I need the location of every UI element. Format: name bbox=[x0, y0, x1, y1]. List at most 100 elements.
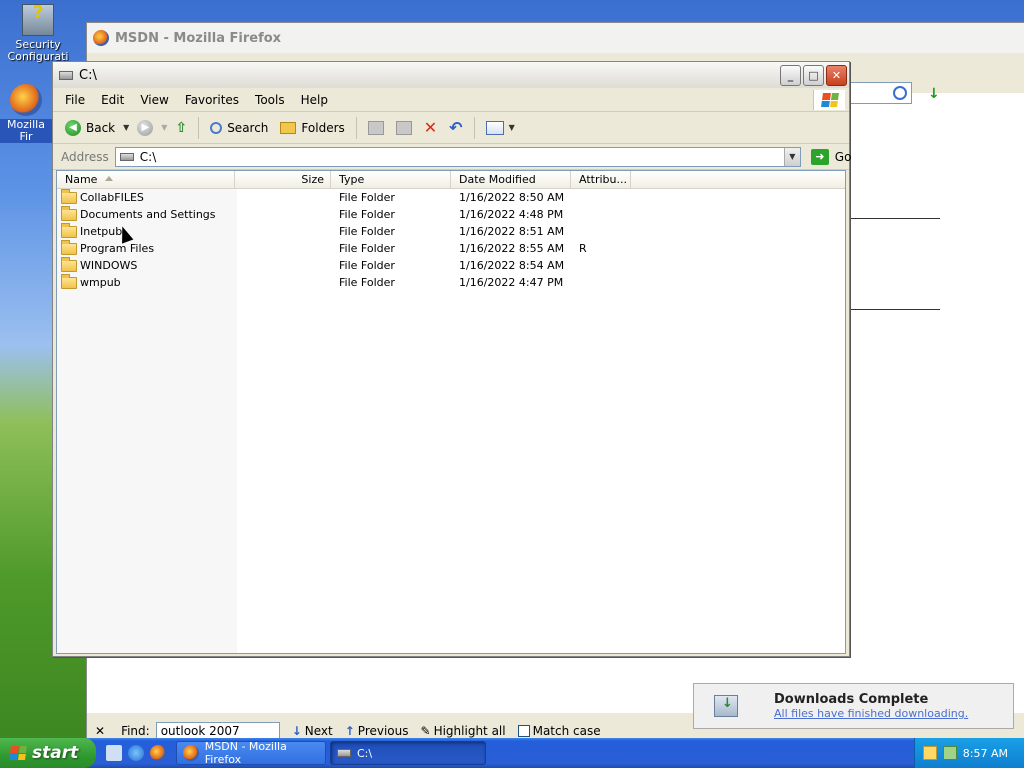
clock[interactable]: 8:57 AM bbox=[963, 747, 1008, 760]
find-next-button[interactable]: ↓ Next bbox=[292, 724, 333, 738]
tray-security-icon[interactable] bbox=[922, 746, 937, 760]
column-header-size[interactable]: Size bbox=[235, 171, 331, 188]
taskbar-button-firefox[interactable]: MSDN - Mozilla Firefox bbox=[176, 740, 326, 766]
find-previous-label: Previous bbox=[357, 724, 409, 738]
close-button[interactable]: ✕ bbox=[826, 65, 847, 86]
move-to-button[interactable] bbox=[364, 119, 388, 137]
folder-icon bbox=[61, 188, 77, 204]
file-date: 1/16/2022 8:55 AM bbox=[459, 242, 565, 255]
match-case-checkbox[interactable]: Match case bbox=[517, 724, 601, 738]
back-dropdown-icon[interactable]: ▼ bbox=[123, 123, 129, 132]
toolbar-separator bbox=[473, 116, 475, 139]
address-dropdown-icon[interactable]: ▼ bbox=[783, 147, 800, 166]
standard-toolbar: ◀ Back ▼ ▶ ▼ ⇧ Search Folders ✕ ↶ ▼ bbox=[53, 112, 849, 144]
column-header-name[interactable]: Name bbox=[57, 171, 235, 188]
views-icon bbox=[485, 120, 504, 135]
firefox-icon[interactable] bbox=[150, 745, 166, 761]
column-header-attributes[interactable]: Attribu... bbox=[571, 171, 631, 188]
file-type: File Folder bbox=[339, 242, 395, 255]
go-arrow-icon: ➜ bbox=[810, 148, 829, 165]
file-attributes bbox=[571, 257, 631, 274]
file-row[interactable]: CollabFILES File Folder 1/16/2022 8:50 A… bbox=[57, 188, 845, 206]
menu-bar: File Edit View Favorites Tools Help bbox=[53, 88, 849, 112]
file-date: 1/16/2022 4:47 PM bbox=[459, 276, 564, 289]
maximize-button[interactable]: □ bbox=[803, 65, 824, 86]
file-type: File Folder bbox=[339, 276, 395, 289]
tray-network-icon[interactable] bbox=[942, 746, 957, 760]
security-config-icon: ? bbox=[22, 4, 54, 36]
undo-icon: ↶ bbox=[449, 118, 463, 137]
menu-favorites[interactable]: Favorites bbox=[177, 93, 247, 107]
search-icon bbox=[210, 121, 223, 134]
menu-help[interactable]: Help bbox=[293, 93, 336, 107]
file-row[interactable]: Program Files File Folder 1/16/2022 8:55… bbox=[57, 239, 845, 257]
firefox-icon bbox=[10, 84, 42, 116]
menu-file[interactable]: File bbox=[57, 93, 93, 107]
address-input[interactable]: C:\ ▼ bbox=[114, 146, 801, 167]
delete-button[interactable]: ✕ bbox=[420, 116, 441, 139]
copy-to-button[interactable] bbox=[392, 119, 416, 137]
file-size bbox=[235, 223, 331, 240]
desktop-icon-label: Mozilla Fir bbox=[0, 119, 52, 143]
file-date: 1/16/2022 8:51 AM bbox=[459, 225, 565, 238]
firefox-window-title: MSDN - Mozilla Firefox bbox=[115, 30, 282, 46]
highlight-all-label: Highlight all bbox=[433, 724, 506, 738]
firefox-icon bbox=[183, 745, 199, 761]
file-attributes bbox=[571, 223, 631, 240]
folder-icon bbox=[61, 239, 77, 255]
column-header-date-modified[interactable]: Date Modified bbox=[451, 171, 571, 188]
sort-ascending-icon bbox=[105, 176, 113, 181]
file-row[interactable]: Documents and Settings File Folder 1/16/… bbox=[57, 205, 845, 223]
search-icon[interactable] bbox=[893, 86, 907, 100]
file-date: 1/16/2022 4:48 PM bbox=[459, 208, 564, 221]
search-button[interactable]: Search bbox=[206, 119, 272, 137]
highlight-all-button[interactable]: ✎ Highlight all bbox=[421, 724, 506, 738]
explorer-titlebar[interactable]: C:\ _ □ ✕ bbox=[53, 62, 849, 88]
drive-icon bbox=[119, 152, 134, 161]
views-button[interactable]: ▼ bbox=[482, 119, 519, 137]
forward-dropdown-icon[interactable]: ▼ bbox=[161, 123, 167, 132]
file-size bbox=[235, 206, 331, 223]
column-header-name-label: Name bbox=[65, 173, 98, 186]
back-label: Back bbox=[86, 120, 116, 135]
minimize-button[interactable]: _ bbox=[780, 65, 801, 86]
menu-tools[interactable]: Tools bbox=[247, 93, 293, 107]
firefox-titlebar[interactable]: MSDN - Mozilla Firefox bbox=[87, 23, 1024, 53]
column-header-type[interactable]: Type bbox=[331, 171, 451, 188]
checkbox-icon bbox=[517, 725, 530, 737]
desktop-icon-mozilla-firefox[interactable]: Mozilla Fir bbox=[0, 84, 52, 143]
notification-link[interactable]: All files have finished downloading. bbox=[774, 707, 968, 720]
close-findbar-icon[interactable]: ✕ bbox=[95, 724, 105, 738]
firefox-icon bbox=[93, 30, 109, 46]
desktop-icon-security-configuration[interactable]: ? Security Configurati bbox=[0, 4, 76, 63]
match-case-label: Match case bbox=[532, 724, 601, 738]
downloads-complete-notification[interactable]: Downloads Complete All files have finish… bbox=[693, 683, 1014, 729]
start-button[interactable]: start bbox=[0, 738, 96, 768]
forward-button[interactable]: ▶ bbox=[133, 118, 157, 138]
internet-explorer-icon[interactable] bbox=[128, 745, 144, 761]
file-attributes bbox=[571, 274, 631, 291]
taskbar-button-explorer[interactable]: C:\ bbox=[330, 741, 486, 765]
folders-label: Folders bbox=[301, 120, 345, 135]
file-row[interactable]: Inetpub File Folder 1/16/2022 8:51 AM bbox=[57, 222, 845, 240]
menu-edit[interactable]: Edit bbox=[93, 93, 132, 107]
file-list[interactable]: Name Size Type Date Modified Attribu... … bbox=[56, 170, 846, 654]
file-name: wmpub bbox=[80, 276, 121, 289]
go-button[interactable]: ➜ Go bbox=[810, 148, 851, 165]
go-arrow-icon[interactable]: ↓ bbox=[928, 86, 940, 102]
explorer-window-title: C:\ bbox=[79, 67, 97, 83]
back-button[interactable]: ◀ Back bbox=[61, 118, 119, 138]
file-attributes bbox=[571, 206, 631, 223]
file-row[interactable]: WINDOWS File Folder 1/16/2022 8:54 AM bbox=[57, 256, 845, 274]
undo-button[interactable]: ↶ bbox=[445, 116, 466, 139]
file-date: 1/16/2022 8:50 AM bbox=[459, 191, 565, 204]
up-folder-button[interactable]: ⇧ bbox=[171, 118, 191, 138]
forward-arrow-icon: ▶ bbox=[137, 119, 154, 136]
file-row[interactable]: wmpub File Folder 1/16/2022 4:47 PM bbox=[57, 273, 845, 291]
find-previous-button[interactable]: ↑ Previous bbox=[345, 724, 409, 738]
explorer-window[interactable]: C:\ _ □ ✕ File Edit View Favorites Tools… bbox=[52, 61, 851, 657]
taskbar: start MSDN - Mozilla Firefox C:\ 8:57 AM bbox=[0, 738, 1024, 768]
folders-button[interactable]: Folders bbox=[276, 119, 348, 137]
show-desktop-icon[interactable] bbox=[106, 745, 122, 761]
menu-view[interactable]: View bbox=[132, 93, 176, 107]
